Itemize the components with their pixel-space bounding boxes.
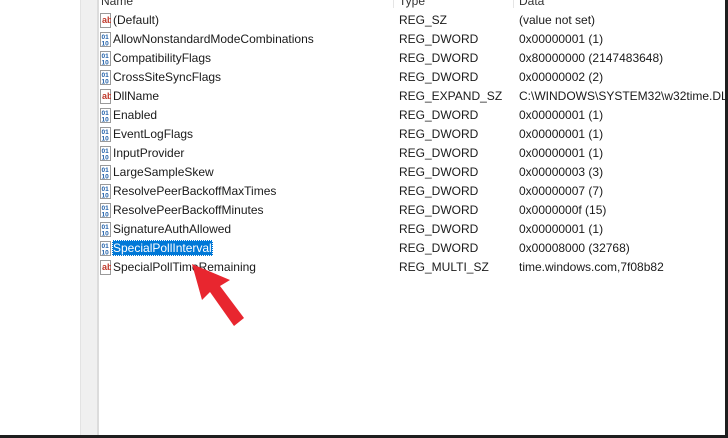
- string-value-icon: ab: [100, 89, 113, 104]
- tree-scrollbar[interactable]: [80, 0, 98, 438]
- registry-value-row[interactable]: 01 10 EventLogFlags REG_DWORD 0x00000001 (1): [99, 125, 725, 144]
- svg-text:10: 10: [102, 136, 110, 143]
- binary-value-icon: 01 10: [100, 165, 111, 181]
- value-name[interactable]: (Default): [112, 12, 160, 28]
- value-name[interactable]: LargeSampleSkew: [112, 164, 215, 180]
- svg-text:ab: ab: [102, 91, 111, 101]
- value-type: REG_DWORD: [399, 127, 479, 141]
- registry-value-row[interactable]: 01 10 AllowNonstandardModeCombinations REG_…: [99, 30, 725, 49]
- binary-value-icon: 01 10: [100, 184, 111, 200]
- value-type: REG_DWORD: [399, 146, 479, 160]
- value-data: 0x80000000 (2147483648): [519, 51, 664, 65]
- value-name[interactable]: InputProvider: [112, 145, 185, 161]
- binary-value-icon: 01 10: [100, 70, 111, 86]
- svg-text:ab: ab: [102, 15, 111, 25]
- svg-text:10: 10: [102, 174, 110, 181]
- svg-text:10: 10: [102, 231, 110, 238]
- binary-value-icon: 01 10: [100, 222, 111, 238]
- column-header: Name Type Data: [99, 0, 725, 8]
- registry-value-row[interactable]: 01 10 ResolvePeerBackoffMinutes REG_DWORD 0x…: [99, 201, 725, 220]
- registry-value-row[interactable]: 01 10 SignatureAuthAllowed REG_DWORD 0x00000…: [99, 220, 725, 239]
- values-list: Name Type Data ab (Default) REG_SZ (value n…: [99, 0, 728, 435]
- binary-value-icon: 01 10: [100, 108, 111, 124]
- registry-value-row[interactable]: 01 10 LargeSampleSkew REG_DWORD 0x00000003 (…: [99, 163, 725, 182]
- column-header-data[interactable]: Data: [519, 0, 544, 8]
- value-name[interactable]: ResolvePeerBackoffMaxTimes: [112, 183, 277, 199]
- value-type: REG_MULTI_SZ: [399, 260, 489, 274]
- value-data: 0x00000001 (1): [519, 222, 604, 236]
- value-name[interactable]: AllowNonstandardModeCombinations: [112, 31, 315, 47]
- column-divider[interactable]: [513, 0, 514, 8]
- value-data: 0x00000001 (1): [519, 127, 604, 141]
- svg-text:10: 10: [102, 212, 110, 219]
- value-type: REG_DWORD: [399, 70, 479, 84]
- value-data: 0x00000007 (7): [519, 184, 604, 198]
- value-name[interactable]: DllName: [112, 88, 160, 104]
- value-type: REG_DWORD: [399, 32, 479, 46]
- value-name[interactable]: Enabled: [112, 107, 158, 123]
- value-data: 0x00000003 (3): [519, 165, 604, 179]
- value-data: 0x00000001 (1): [519, 146, 604, 160]
- value-type: REG_DWORD: [399, 51, 479, 65]
- value-data: C:\WINDOWS\SYSTEM32\w32time.DLL: [519, 89, 728, 103]
- value-type: REG_EXPAND_SZ: [399, 89, 503, 103]
- registry-value-row[interactable]: 01 10 ResolvePeerBackoffMaxTimes REG_DWORD 0…: [99, 182, 725, 201]
- registry-value-row[interactable]: 01 10 SpecialPollInterval REG_DWORD 0x000080…: [99, 239, 725, 258]
- value-type: REG_DWORD: [399, 108, 479, 122]
- value-type: REG_SZ: [399, 13, 448, 27]
- value-data: (value not set): [519, 13, 596, 27]
- value-data: 0x00000001 (1): [519, 32, 604, 46]
- binary-value-icon: 01 10: [100, 241, 111, 257]
- column-header-type[interactable]: Type: [399, 0, 425, 8]
- value-type: REG_DWORD: [399, 203, 479, 217]
- value-name[interactable]: CompatibilityFlags: [112, 50, 212, 66]
- value-data: 0x00000002 (2): [519, 70, 604, 84]
- value-data: time.windows.com,7f08b82: [519, 260, 664, 274]
- registry-value-row[interactable]: 01 10 CompatibilityFlags REG_DWORD 0x8000000…: [99, 49, 725, 68]
- value-name[interactable]: SignatureAuthAllowed: [112, 221, 232, 237]
- registry-value-row[interactable]: ab (Default) REG_SZ (value not set): [99, 11, 725, 30]
- value-data: 0x0000000f (15): [519, 203, 607, 217]
- column-divider[interactable]: [393, 0, 394, 8]
- value-data: 0x00008000 (32768): [519, 241, 630, 255]
- svg-text:10: 10: [102, 193, 110, 200]
- registry-editor-window: Name Type Data ab (Default) REG_SZ (value n…: [0, 0, 728, 438]
- value-name[interactable]: CrossSiteSyncFlags: [112, 69, 222, 85]
- value-name[interactable]: ResolvePeerBackoffMinutes: [112, 202, 265, 218]
- value-type: REG_DWORD: [399, 241, 479, 255]
- key-tree-pane[interactable]: [0, 0, 80, 438]
- value-name[interactable]: SpecialPollInterval: [112, 240, 213, 256]
- binary-value-icon: 01 10: [100, 32, 111, 48]
- string-value-icon: ab: [100, 260, 113, 275]
- binary-value-icon: 01 10: [100, 203, 111, 219]
- value-data: 0x00000001 (1): [519, 108, 604, 122]
- svg-text:10: 10: [102, 250, 110, 257]
- svg-text:10: 10: [102, 155, 110, 162]
- value-type: REG_DWORD: [399, 222, 479, 236]
- svg-text:10: 10: [102, 117, 110, 124]
- column-header-name[interactable]: Name: [101, 0, 133, 8]
- string-value-icon: ab: [100, 13, 113, 28]
- binary-value-icon: 01 10: [100, 127, 111, 143]
- value-type: REG_DWORD: [399, 165, 479, 179]
- registry-value-row[interactable]: ab DllName REG_EXPAND_SZ C:\WINDOWS\SYSTEM3…: [99, 87, 728, 106]
- svg-text:ab: ab: [102, 262, 111, 272]
- svg-text:10: 10: [102, 79, 110, 86]
- svg-text:10: 10: [102, 41, 110, 48]
- registry-value-row[interactable]: 01 10 CrossSiteSyncFlags REG_DWORD 0x0000000…: [99, 68, 725, 87]
- binary-value-icon: 01 10: [100, 146, 111, 162]
- svg-text:10: 10: [102, 60, 110, 67]
- registry-value-row[interactable]: 01 10 Enabled REG_DWORD 0x00000001 (1): [99, 106, 725, 125]
- annotation-arrow-icon: [192, 264, 244, 326]
- binary-value-icon: 01 10: [100, 51, 111, 67]
- value-name[interactable]: EventLogFlags: [112, 126, 194, 142]
- value-type: REG_DWORD: [399, 184, 479, 198]
- registry-value-row[interactable]: 01 10 InputProvider REG_DWORD 0x00000001 (1): [99, 144, 725, 163]
